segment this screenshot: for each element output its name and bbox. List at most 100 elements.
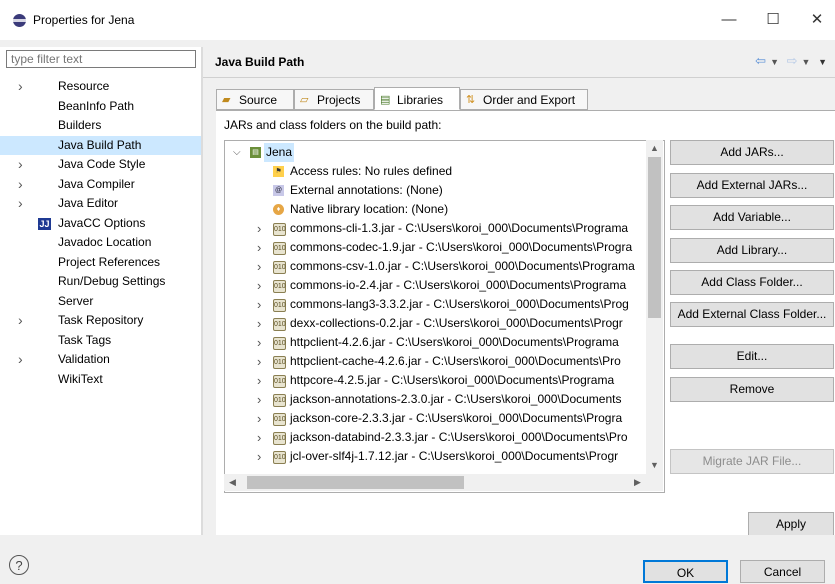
expand-chevron-icon[interactable]: › <box>257 276 261 295</box>
library-attribute-label: External annotations: (None) <box>290 183 443 197</box>
jar-label: commons-codec-1.9.jar - C:\Users\koroi_0… <box>290 240 633 254</box>
nav-item-label: Java Code Style <box>58 157 146 171</box>
dropdown-icon[interactable]: ▼ <box>770 57 779 67</box>
dropdown-icon[interactable]: ▼ <box>802 57 811 67</box>
menu-icon[interactable]: ▼ <box>818 57 827 67</box>
close-button[interactable]: ✕ <box>802 8 832 32</box>
title-bar: Properties for Jena — ☐ ✕ <box>0 0 835 40</box>
collapse-chevron-icon[interactable]: ⌵ <box>233 143 241 162</box>
nav-item-java-editor[interactable]: › Java Editor <box>0 194 201 214</box>
jar-file-icon: 010 <box>273 413 286 426</box>
nav-item-server[interactable]: Server <box>0 292 201 312</box>
scroll-down-icon[interactable]: ▼ <box>646 457 663 474</box>
apply-button[interactable]: Apply <box>748 512 834 536</box>
expand-chevron-icon[interactable]: › <box>257 447 261 466</box>
tab-label: Projects <box>317 93 361 107</box>
horizontal-scroll-thumb[interactable] <box>247 476 464 489</box>
filter-input[interactable] <box>6 50 196 68</box>
nav-item-validation[interactable]: › Validation <box>0 350 201 370</box>
scroll-left-icon[interactable]: ◀ <box>224 474 241 491</box>
add-variable-button[interactable]: Add Variable... <box>670 205 834 230</box>
add-class-folder-button[interactable]: Add Class Folder... <box>670 270 834 295</box>
expand-chevron-icon[interactable]: › <box>18 175 23 195</box>
library-root-label: Jena <box>264 143 295 162</box>
expand-chevron-icon[interactable]: › <box>257 257 261 276</box>
library-root-jena[interactable]: ⌵ ▤ Jena <box>225 143 645 162</box>
nav-item-run-debug-settings[interactable]: Run/Debug Settings <box>0 272 201 292</box>
minimize-button[interactable]: — <box>714 8 744 32</box>
cancel-button[interactable]: Cancel <box>740 560 825 583</box>
expand-chevron-icon[interactable]: › <box>257 219 261 238</box>
library-attribute-label: Access rules: No rules defined <box>290 164 453 178</box>
jar-file-icon: 010 <box>273 261 286 274</box>
nav-item-beaninfo-path[interactable]: BeanInfo Path <box>0 97 201 117</box>
nav-item-task-tags[interactable]: Task Tags <box>0 331 201 351</box>
add-jars-button[interactable]: Add JARs... <box>670 140 834 165</box>
expand-chevron-icon[interactable]: › <box>18 155 23 175</box>
expand-chevron-icon[interactable]: › <box>257 352 261 371</box>
pane-splitter[interactable] <box>201 47 203 535</box>
nav-item-java-build-path[interactable]: Java Build Path <box>0 135 201 155</box>
expand-chevron-icon[interactable]: › <box>257 371 261 390</box>
migrate-jar-file-button[interactable]: Migrate JAR File... <box>670 449 834 474</box>
jar-label: httpclient-cache-4.2.6.jar - C:\Users\ko… <box>290 354 621 368</box>
nav-item-task-repository[interactable]: › Task Repository <box>0 311 201 331</box>
tab-projects[interactable]: ▱ Projects <box>294 89 374 110</box>
edit-button[interactable]: Edit... <box>670 344 834 369</box>
eclipse-icon <box>13 14 26 27</box>
nav-item-javacc-options[interactable]: JJ JavaCC Options <box>0 214 201 234</box>
expand-chevron-icon[interactable]: › <box>257 409 261 428</box>
properties-tree: › Resource BeanInfo Path Builders Java Build… <box>0 77 201 389</box>
nav-item-wikitext[interactable]: WikiText <box>0 370 201 390</box>
tab-source[interactable]: ▰ Source <box>216 89 294 110</box>
expand-chevron-icon[interactable]: › <box>257 390 261 409</box>
scroll-up-icon[interactable]: ▲ <box>646 140 663 157</box>
nav-item-java-code-style[interactable]: › Java Code Style <box>0 155 201 175</box>
expand-chevron-icon[interactable]: › <box>18 350 23 370</box>
nav-item-label: Task Tags <box>58 332 112 347</box>
nav-item-builders[interactable]: Builders <box>0 116 201 136</box>
jar-label: dexx-collections-0.2.jar - C:\Users\koro… <box>290 316 623 330</box>
add-external-class-folder-button[interactable]: Add External Class Folder... <box>670 302 834 327</box>
maximize-button[interactable]: ☐ <box>758 8 788 32</box>
nav-item-label: Java Build Path <box>58 137 142 152</box>
jar-label: jackson-annotations-2.3.0.jar - C:\Users… <box>290 392 622 406</box>
help-icon[interactable]: ? <box>9 555 29 575</box>
page-title: Java Build Path <box>215 55 305 69</box>
source-folder-icon: ▰ <box>222 94 231 106</box>
vertical-scrollbar[interactable]: ▲ ▼ <box>646 140 663 491</box>
expand-chevron-icon[interactable]: › <box>257 428 261 447</box>
jar-label: commons-cli-1.3.jar - C:\Users\koroi_000… <box>290 221 629 235</box>
nav-item-label: Task Repository <box>58 313 144 327</box>
add-library-button[interactable]: Add Library... <box>670 238 834 263</box>
jar-label: commons-lang3-3.3.2.jar - C:\Users\koroi… <box>290 297 629 311</box>
page-header: Java Build Path ⇦ ▼ ⇨ ▼ ▼ <box>203 47 835 78</box>
expand-chevron-icon[interactable]: › <box>18 194 23 214</box>
nav-item-project-references[interactable]: Project References <box>0 253 201 273</box>
jar-file-icon: 010 <box>273 280 286 293</box>
libraries-tree[interactable]: ⌵ ▤ Jena ⚑ Access rules: No rules defined @ Ex… <box>224 140 665 493</box>
expand-chevron-icon[interactable]: › <box>257 295 261 314</box>
expand-chevron-icon[interactable]: › <box>257 333 261 352</box>
expand-chevron-icon[interactable]: › <box>257 238 261 257</box>
projects-icon: ▱ <box>300 94 309 106</box>
tab-libraries[interactable]: ▤ Libraries <box>374 87 460 110</box>
expand-chevron-icon[interactable]: › <box>18 77 23 97</box>
forward-arrow-icon[interactable]: ⇨ <box>787 53 798 68</box>
tab-label: Libraries <box>397 93 444 107</box>
nav-item-javadoc-location[interactable]: Javadoc Location <box>0 233 201 253</box>
horizontal-scrollbar[interactable]: ◀ ▶ <box>224 474 646 491</box>
expand-chevron-icon[interactable]: › <box>257 314 261 333</box>
nav-item-java-compiler[interactable]: › Java Compiler <box>0 175 201 195</box>
add-external-jars-button[interactable]: Add External JARs... <box>670 173 834 198</box>
nav-item-label: Javadoc Location <box>58 235 152 249</box>
jar-label: jackson-core-2.3.3.jar - C:\Users\koroi_… <box>290 411 623 425</box>
scroll-right-icon[interactable]: ▶ <box>629 474 646 491</box>
ok-button[interactable]: OK <box>643 560 728 583</box>
remove-button[interactable]: Remove <box>670 377 834 402</box>
expand-chevron-icon[interactable]: › <box>18 311 23 331</box>
back-arrow-icon[interactable]: ⇦ <box>755 53 766 68</box>
nav-item-resource[interactable]: › Resource <box>0 77 201 97</box>
tab-order-and-export[interactable]: ⇅ Order and Export <box>460 89 588 110</box>
vertical-scroll-thumb[interactable] <box>648 157 661 318</box>
